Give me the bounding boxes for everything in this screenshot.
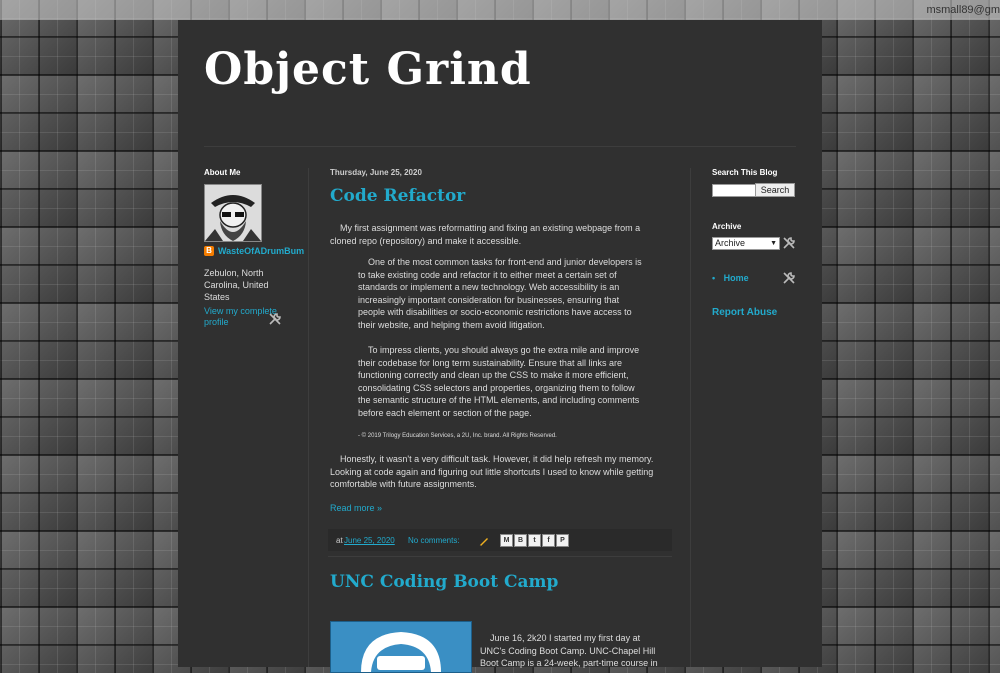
edit-archive-widget-icon[interactable] (782, 236, 796, 250)
comments-link[interactable]: No comments: (408, 536, 460, 545)
post2-excerpt: June 16, 2k20 I started my first day at … (480, 633, 658, 668)
blog-content-panel: Object Grind About Me B WasteOfADrumBum … (178, 20, 822, 673)
edit-widget-icon[interactable] (268, 312, 282, 326)
edit-post-pencil-icon[interactable] (478, 535, 490, 547)
archive-selected-value: Archive (715, 238, 746, 248)
post-footer: at June 25, 2020 No comments: M B t f P (328, 529, 672, 551)
post-timestamp-link[interactable]: June 25, 2020 (344, 536, 395, 545)
about-me-heading: About Me (204, 168, 241, 177)
right-column-divider (690, 168, 691, 667)
search-input[interactable] (712, 184, 756, 197)
navbar-user-email[interactable]: msmall89@gm (926, 4, 1000, 16)
report-abuse-link[interactable]: Report Abuse (712, 307, 777, 318)
post-quote-paragraph-1: One of the most common tasks for front-e… (358, 257, 642, 330)
twitter-share-icon[interactable]: t (528, 534, 541, 547)
post-intro: My first assignment was reformatting and… (330, 223, 641, 246)
email-share-icon[interactable]: M (500, 534, 513, 547)
chevron-down-icon: ▼ (770, 240, 777, 247)
share-buttons: M B t f P (500, 534, 569, 547)
profile-avatar[interactable] (204, 184, 262, 242)
post-footer-at-label: at (336, 536, 343, 545)
search-button[interactable]: Search (755, 183, 795, 197)
post-title-code-refactor[interactable]: Code Refactor (330, 186, 465, 206)
profile-location: Zebulon, North Carolina, United States (204, 268, 269, 302)
home-link[interactable]: Home (724, 273, 749, 283)
unc-logo-image (331, 622, 471, 672)
post-quote-paragraph-2: To impress clients, you should always go… (358, 345, 640, 418)
post-closing-paragraph: Honestly, it wasn't a very difficult tas… (330, 454, 654, 489)
bullet-icon: • (712, 273, 716, 283)
post-date-header: Thursday, June 25, 2020 (330, 168, 422, 177)
blogthis-share-icon[interactable]: B (514, 534, 527, 547)
blogger-icon: B (204, 246, 214, 256)
archive-dropdown[interactable]: Archive ▼ (712, 237, 780, 250)
blogger-navbar: msmall89@gm (0, 0, 1000, 20)
archive-heading: Archive (712, 222, 742, 231)
blog-title[interactable]: Object Grind (204, 44, 532, 95)
facebook-share-icon[interactable]: f (542, 534, 555, 547)
read-more-link[interactable]: Read more » (330, 503, 382, 513)
profile-name-link[interactable]: WasteOfADrumBum (218, 245, 304, 257)
header-divider (204, 146, 796, 147)
quote-copyright: - © 2019 Trilogy Education Services, a 2… (358, 433, 557, 439)
pages-list-item[interactable]: • Home (712, 273, 749, 283)
post-divider (328, 556, 672, 557)
left-column-divider (308, 168, 309, 667)
avatar-illustration (205, 185, 261, 241)
post-title-unc-boot-camp[interactable]: UNC Coding Boot Camp (330, 572, 558, 592)
pinterest-share-icon[interactable]: P (556, 534, 569, 547)
post-thumbnail-image[interactable] (330, 621, 472, 673)
search-heading: Search This Blog (712, 168, 778, 177)
edit-pages-widget-icon[interactable] (782, 271, 796, 285)
